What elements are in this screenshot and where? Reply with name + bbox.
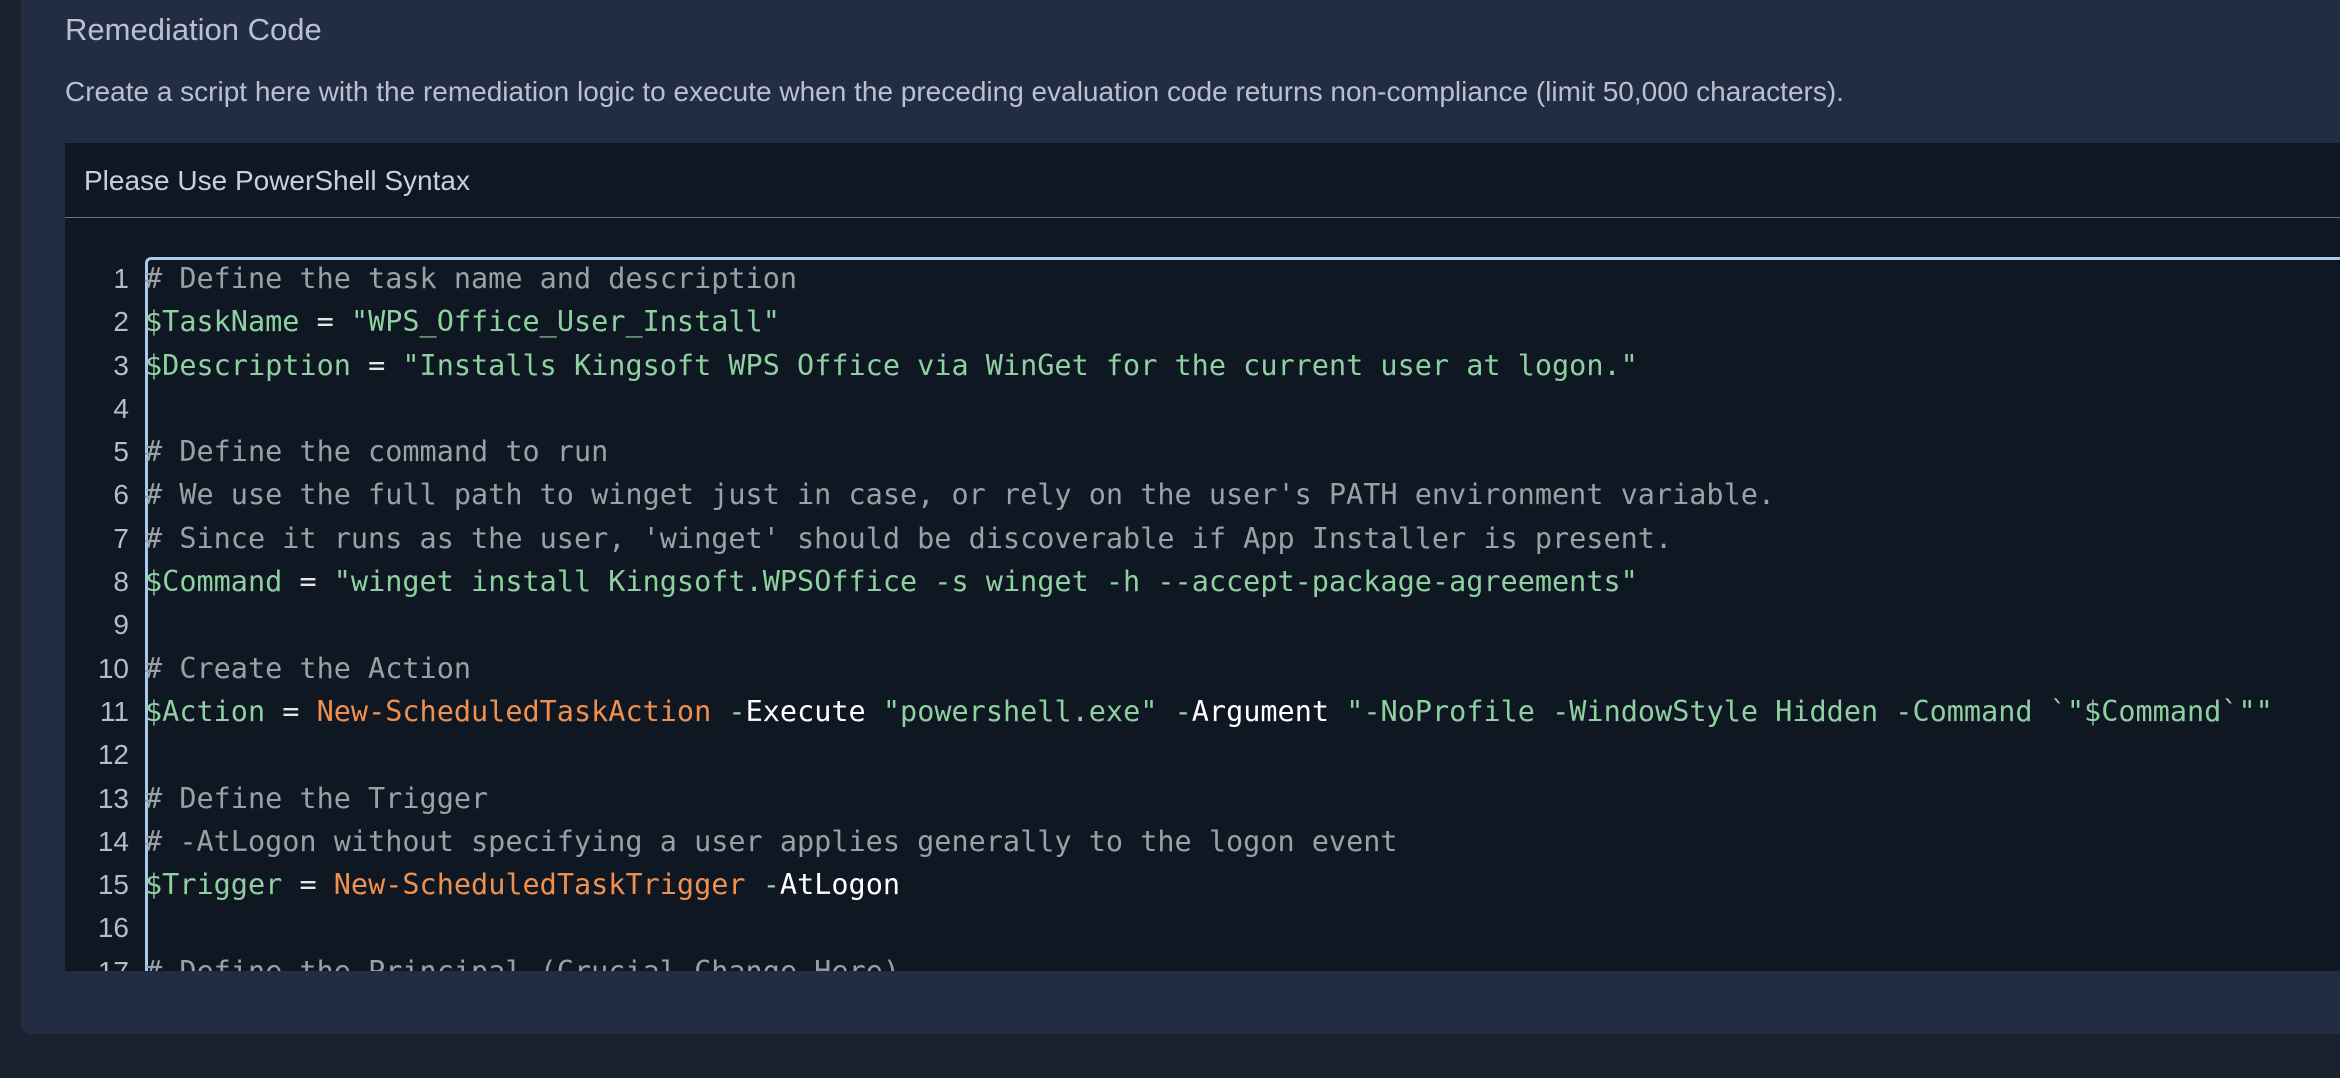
code-line[interactable]: # Define the task name and description <box>145 257 2340 300</box>
syntax-label: Please Use PowerShell Syntax <box>84 165 470 196</box>
code-token-str: "Installs Kingsoft WPS Office via WinGet… <box>402 348 1638 382</box>
code-token-str: - <box>1174 694 1192 728</box>
line-number: 16 <box>97 912 129 944</box>
code-token-str: "-NoProfile -WindowStyle Hidden -Command… <box>1346 694 2273 728</box>
line-number: 10 <box>97 652 129 684</box>
code-token-str: "winget install Kingsoft.WPSOffice -s wi… <box>333 565 1638 599</box>
code-line[interactable] <box>145 733 2340 776</box>
code-token-str: - <box>762 868 780 902</box>
code-line[interactable]: # Define the Principal (Crucial Change H… <box>145 950 2340 971</box>
line-number: 9 <box>113 609 129 641</box>
code-token-var: $Trigger <box>145 868 283 902</box>
code-line[interactable]: $Trigger = New-ScheduledTaskTrigger -AtL… <box>145 863 2340 906</box>
code-token-comment: # -AtLogon without specifying a user app… <box>145 824 1398 858</box>
code-line[interactable]: # We use the full path to winget just in… <box>145 473 2340 516</box>
code-token-op: = <box>282 565 334 599</box>
code-token-str: "WPS_Office_User_Install" <box>350 305 780 339</box>
code-line[interactable]: # Since it runs as the user, 'winget' sh… <box>145 517 2340 560</box>
line-number: 12 <box>97 739 129 771</box>
section-title: Remediation Code <box>65 12 322 47</box>
code-token-cmd: New-ScheduledTaskAction <box>316 694 712 728</box>
code-token-str: - <box>728 694 746 728</box>
code-token-comment: # Define the command to run <box>145 435 609 469</box>
line-number: 8 <box>113 566 129 598</box>
code-line[interactable]: # Define the command to run <box>145 430 2340 473</box>
code-token-cmd: New-ScheduledTaskTrigger <box>333 868 746 902</box>
line-number: 6 <box>113 479 129 511</box>
line-number: 13 <box>97 782 129 814</box>
line-number: 1 <box>113 263 129 294</box>
code-line[interactable]: # -AtLogon without specifying a user app… <box>145 820 2340 863</box>
line-number: 11 <box>99 695 129 727</box>
code-token-comment: # We use the full path to winget just in… <box>145 478 1776 512</box>
code-token-op <box>746 868 763 901</box>
code-token-param: Execute <box>745 694 866 728</box>
code-token-op: = <box>299 305 351 339</box>
line-number: 5 <box>113 436 129 468</box>
code-line[interactable]: $TaskName = "WPS_Office_User_Install" <box>145 300 2340 343</box>
code-token-op <box>711 695 728 728</box>
code-token-comment: # Define the task name and description <box>145 262 798 295</box>
code-line[interactable]: # Create the Action <box>145 647 2340 690</box>
line-number: 14 <box>97 825 129 857</box>
code-token-var: $Description <box>145 348 351 382</box>
code-line[interactable]: $Action = New-ScheduledTaskAction -Execu… <box>145 690 2340 733</box>
code-token-op: = <box>282 868 334 902</box>
code-editor[interactable]: # Define the task name and description $T… <box>145 257 2340 971</box>
line-number: 4 <box>113 392 129 424</box>
code-token-var: $Command <box>145 565 283 599</box>
line-number: 17 <box>65 950 129 971</box>
section-description: Create a script here with the remediatio… <box>65 76 1844 107</box>
code-token-op <box>1329 695 1346 728</box>
code-line[interactable] <box>145 387 2340 430</box>
code-token-comment: # Since it runs as the user, 'winget' sh… <box>145 521 1673 555</box>
code-line[interactable]: $Command = "winget install Kingsoft.WPSO… <box>145 560 2340 603</box>
code-token-op: = <box>350 348 403 382</box>
line-number: 15 <box>97 869 129 901</box>
code-line[interactable] <box>145 603 2340 646</box>
code-editor-container: Please Use PowerShell Syntax 1 2 3 4 5 6 7 8 9 10… <box>65 143 2340 971</box>
code-token-var: $Action <box>145 694 266 728</box>
code-line[interactable] <box>145 906 2340 949</box>
code-token-comment: # Define the Principal (Crucial Change H… <box>145 955 900 971</box>
code-area: 1234567891011121314151617 # Define the t… <box>65 257 2340 971</box>
code-token-str: "powershell.exe" <box>882 694 1158 728</box>
code-token-comment: # Define the Trigger <box>145 781 489 815</box>
code-line[interactable]: # Define the Trigger <box>145 777 2340 820</box>
line-number: 3 <box>113 349 129 381</box>
code-token-op <box>866 695 883 728</box>
code-token-comment: # Create the Action <box>145 651 472 685</box>
code-lines[interactable]: # Define the task name and description $T… <box>145 257 2340 971</box>
code-token-op: = <box>265 694 317 728</box>
line-number: 2 <box>113 306 129 338</box>
code-token-param: AtLogon <box>779 868 901 902</box>
code-token-op <box>1157 695 1174 728</box>
code-line[interactable]: $Description = "Installs Kingsoft WPS Of… <box>145 344 2340 387</box>
line-number-gutter: 1234567891011121314151617 <box>65 257 129 971</box>
editor-header: Please Use PowerShell Syntax <box>65 143 2340 218</box>
code-token-param: Argument <box>1191 694 1330 728</box>
line-number: 7 <box>113 522 129 554</box>
code-token-var: $TaskName <box>145 305 300 339</box>
